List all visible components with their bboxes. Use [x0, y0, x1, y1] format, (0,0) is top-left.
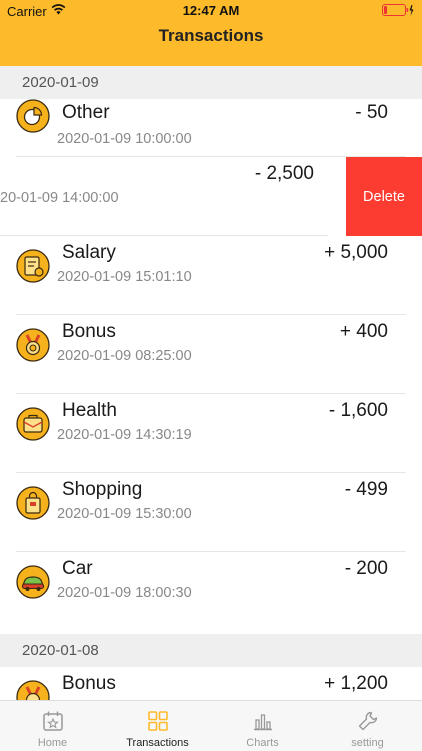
transactions-list[interactable]: 2020-01-09 Other 2020-01-09 10:00:00 - 5…	[0, 66, 422, 700]
medal-icon	[16, 680, 50, 700]
transaction-category: Other	[62, 102, 110, 123]
tab-transactions[interactable]: Transactions	[105, 701, 210, 751]
tab-label: Charts	[246, 737, 279, 749]
car-icon	[16, 565, 50, 599]
section-header: 2020-01-09	[0, 66, 422, 99]
transaction-amount: + 1,200	[324, 673, 388, 694]
transaction-category: Salary	[62, 242, 116, 263]
tab-bar: Home Transactions Charts setting	[0, 700, 422, 751]
transaction-row[interactable]: Health 2020-01-09 14:30:19 - 1,600	[0, 394, 422, 473]
transaction-datetime: 2020-01-09 15:01:10	[57, 269, 192, 285]
section-date: 2020-01-09	[22, 74, 99, 91]
transaction-amount: - 499	[344, 479, 388, 500]
medical-kit-icon	[16, 407, 50, 441]
transaction-datetime: 20-01-09 14:00:00	[0, 190, 119, 206]
transaction-row[interactable]: Shopping 2020-01-09 15:30:00 - 499	[0, 473, 422, 552]
transaction-row-swiped[interactable]: ills 20-01-09 14:00:00 - 2,500 Delete	[0, 157, 422, 236]
tab-home[interactable]: Home	[0, 701, 105, 751]
transaction-amount: - 2,500	[254, 163, 314, 184]
transaction-amount: - 200	[344, 558, 388, 579]
battery-icon	[382, 4, 414, 16]
salary-icon	[16, 249, 50, 283]
delete-button[interactable]: Delete	[346, 157, 422, 236]
tab-setting[interactable]: setting	[315, 701, 420, 751]
medal-icon	[16, 328, 50, 362]
pie-chart-icon	[16, 99, 50, 133]
transaction-row[interactable]: Other 2020-01-09 10:00:00 - 50	[0, 99, 422, 157]
transaction-category: Shopping	[62, 479, 143, 500]
transaction-category: Bonus	[62, 321, 116, 342]
tab-label: setting	[351, 737, 384, 749]
transaction-amount: + 400	[339, 321, 388, 342]
bar-chart-icon	[254, 714, 272, 731]
transaction-datetime: 2020-01-09 15:30:00	[57, 506, 192, 522]
tab-label: Transactions	[126, 737, 189, 749]
transaction-category: Bonus	[62, 673, 116, 694]
wrench-icon	[358, 711, 378, 731]
transaction-row[interactable]: Bonus 2020-01-09 08:25:00 + 400	[0, 315, 422, 394]
transaction-datetime: 2020-01-09 14:30:19	[57, 427, 192, 443]
transaction-row[interactable]: Salary 2020-01-09 15:01:10 + 5,000	[0, 236, 422, 315]
transaction-category: Health	[62, 400, 117, 421]
transaction-row[interactable]: Car 2020-01-09 18:00:30 - 200	[0, 552, 422, 631]
status-bar: Carrier 12:47 AM	[0, 0, 422, 22]
swiped-row-content[interactable]: ills 20-01-09 14:00:00 - 2,500	[0, 157, 328, 236]
tab-charts[interactable]: Charts	[210, 701, 315, 751]
status-time: 12:47 AM	[182, 3, 240, 18]
transaction-category: Car	[62, 558, 93, 579]
nav-header: Carrier 12:47 AM Transactions	[0, 0, 422, 66]
calendar-star-icon	[43, 711, 63, 731]
transaction-amount: + 5,000	[324, 242, 388, 263]
section-header: 2020-01-08	[0, 634, 422, 667]
transaction-row[interactable]: Bonus + 1,200	[0, 667, 422, 700]
grid-icon	[148, 711, 168, 731]
transaction-datetime: 2020-01-09 18:00:30	[57, 585, 192, 601]
section-date: 2020-01-08	[22, 642, 99, 659]
transaction-amount: - 1,600	[328, 400, 388, 421]
transaction-amount: - 50	[355, 102, 388, 123]
shopping-bag-icon	[16, 486, 50, 520]
transaction-datetime: 2020-01-09 08:25:00	[57, 348, 192, 364]
page-title: Transactions	[158, 26, 264, 45]
tab-label: Home	[37, 737, 68, 749]
transaction-datetime: 2020-01-09 10:00:00	[57, 131, 192, 147]
